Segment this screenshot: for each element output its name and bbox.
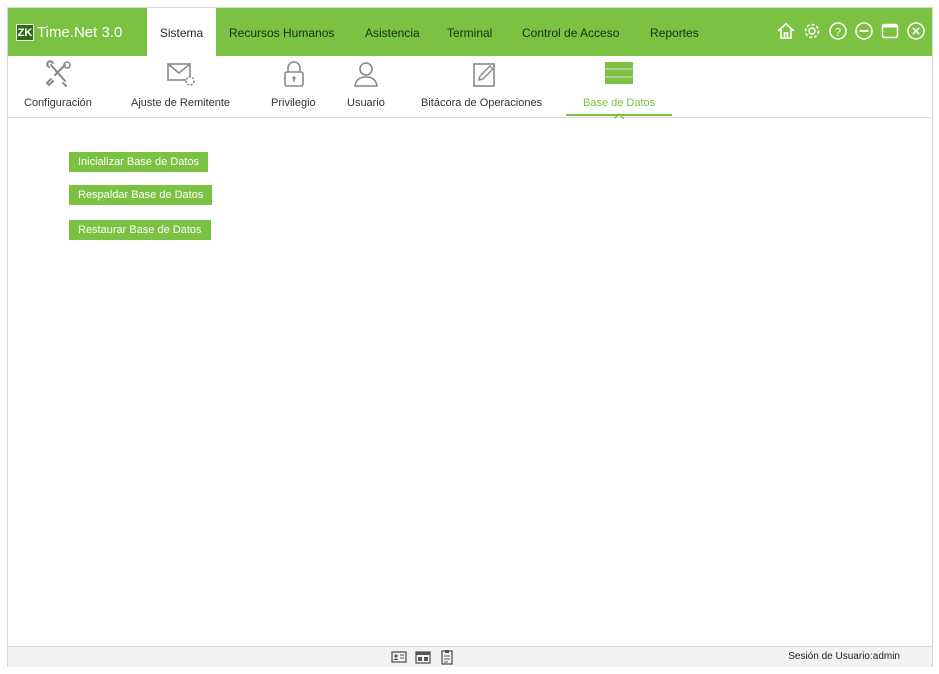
toolbar-label: Configuración [24, 97, 92, 109]
gear-icon[interactable] [802, 21, 822, 41]
toolbar-item-bitacora-de-operaciones[interactable]: Bitácora de Operaciones [416, 56, 556, 118]
toolbar-item-base-de-datos[interactable]: Base de Datos [566, 56, 672, 120]
tab-sistema[interactable]: Sistema [147, 8, 216, 56]
device-icon[interactable] [415, 649, 431, 665]
session-status: Sesión de Usuario:admin [788, 651, 900, 662]
restore-database-button[interactable]: Restaurar Base de Datos [69, 220, 211, 240]
toolbar-label: Ajuste de Remitente [131, 97, 231, 109]
maximize-icon[interactable] [880, 21, 900, 41]
tools-icon [42, 60, 74, 88]
lock-icon [278, 60, 310, 88]
menu-bar: ZK Time.Net 3.0 Sistema Recursos Humanos… [8, 8, 932, 56]
user-icon [350, 60, 382, 88]
edit-log-icon [468, 60, 500, 88]
toolbar-label: Bitácora de Operaciones [421, 97, 543, 109]
tab-recursos-humanos[interactable]: Recursos Humanos [229, 8, 334, 56]
status-bar: Sesión de Usuario:admin [8, 646, 932, 667]
home-icon[interactable] [776, 21, 796, 41]
toolbar-item-usuario[interactable]: Usuario [340, 56, 395, 118]
minimize-icon[interactable] [854, 21, 874, 41]
database-panel: Inicializar Base de Datos Respaldar Base… [8, 119, 932, 645]
mail-settings-icon [165, 60, 197, 88]
tab-reportes[interactable]: Reportes [650, 8, 699, 56]
svg-text:?: ? [835, 27, 841, 39]
active-tab-underline [566, 114, 672, 116]
init-database-button[interactable]: Inicializar Base de Datos [69, 152, 209, 172]
backup-database-button[interactable]: Respaldar Base de Datos [69, 185, 213, 205]
toolbar-label: Privilegio [271, 97, 316, 109]
system-toolbar: Configuración Ajuste de Remitente Privil… [8, 56, 932, 120]
app-window: ZK Time.Net 3.0 Sistema Recursos Humanos… [7, 7, 933, 667]
toolbar-item-configuracion[interactable]: Configuración [18, 56, 108, 118]
close-icon[interactable] [906, 21, 926, 41]
window-controls: ? [776, 20, 926, 42]
app-title: Time.Net 3.0 [37, 23, 123, 41]
tab-asistencia[interactable]: Asistencia [365, 8, 420, 56]
tab-control-de-acceso[interactable]: Control de Acceso [522, 8, 619, 56]
database-icon [603, 60, 635, 88]
toolbar-item-privilegio[interactable]: Privilegio [266, 56, 326, 118]
status-icons [391, 649, 455, 665]
id-card-icon[interactable] [391, 649, 407, 665]
logo-badge: ZK [16, 23, 34, 41]
help-icon[interactable]: ? [828, 21, 848, 41]
tab-terminal[interactable]: Terminal [447, 8, 492, 56]
toolbar-item-ajuste-de-remitente[interactable]: Ajuste de Remitente [123, 56, 248, 118]
app-logo: ZK Time.Net 3.0 [16, 22, 122, 42]
clipboard-icon[interactable] [439, 649, 455, 665]
toolbar-label: Usuario [347, 97, 385, 109]
